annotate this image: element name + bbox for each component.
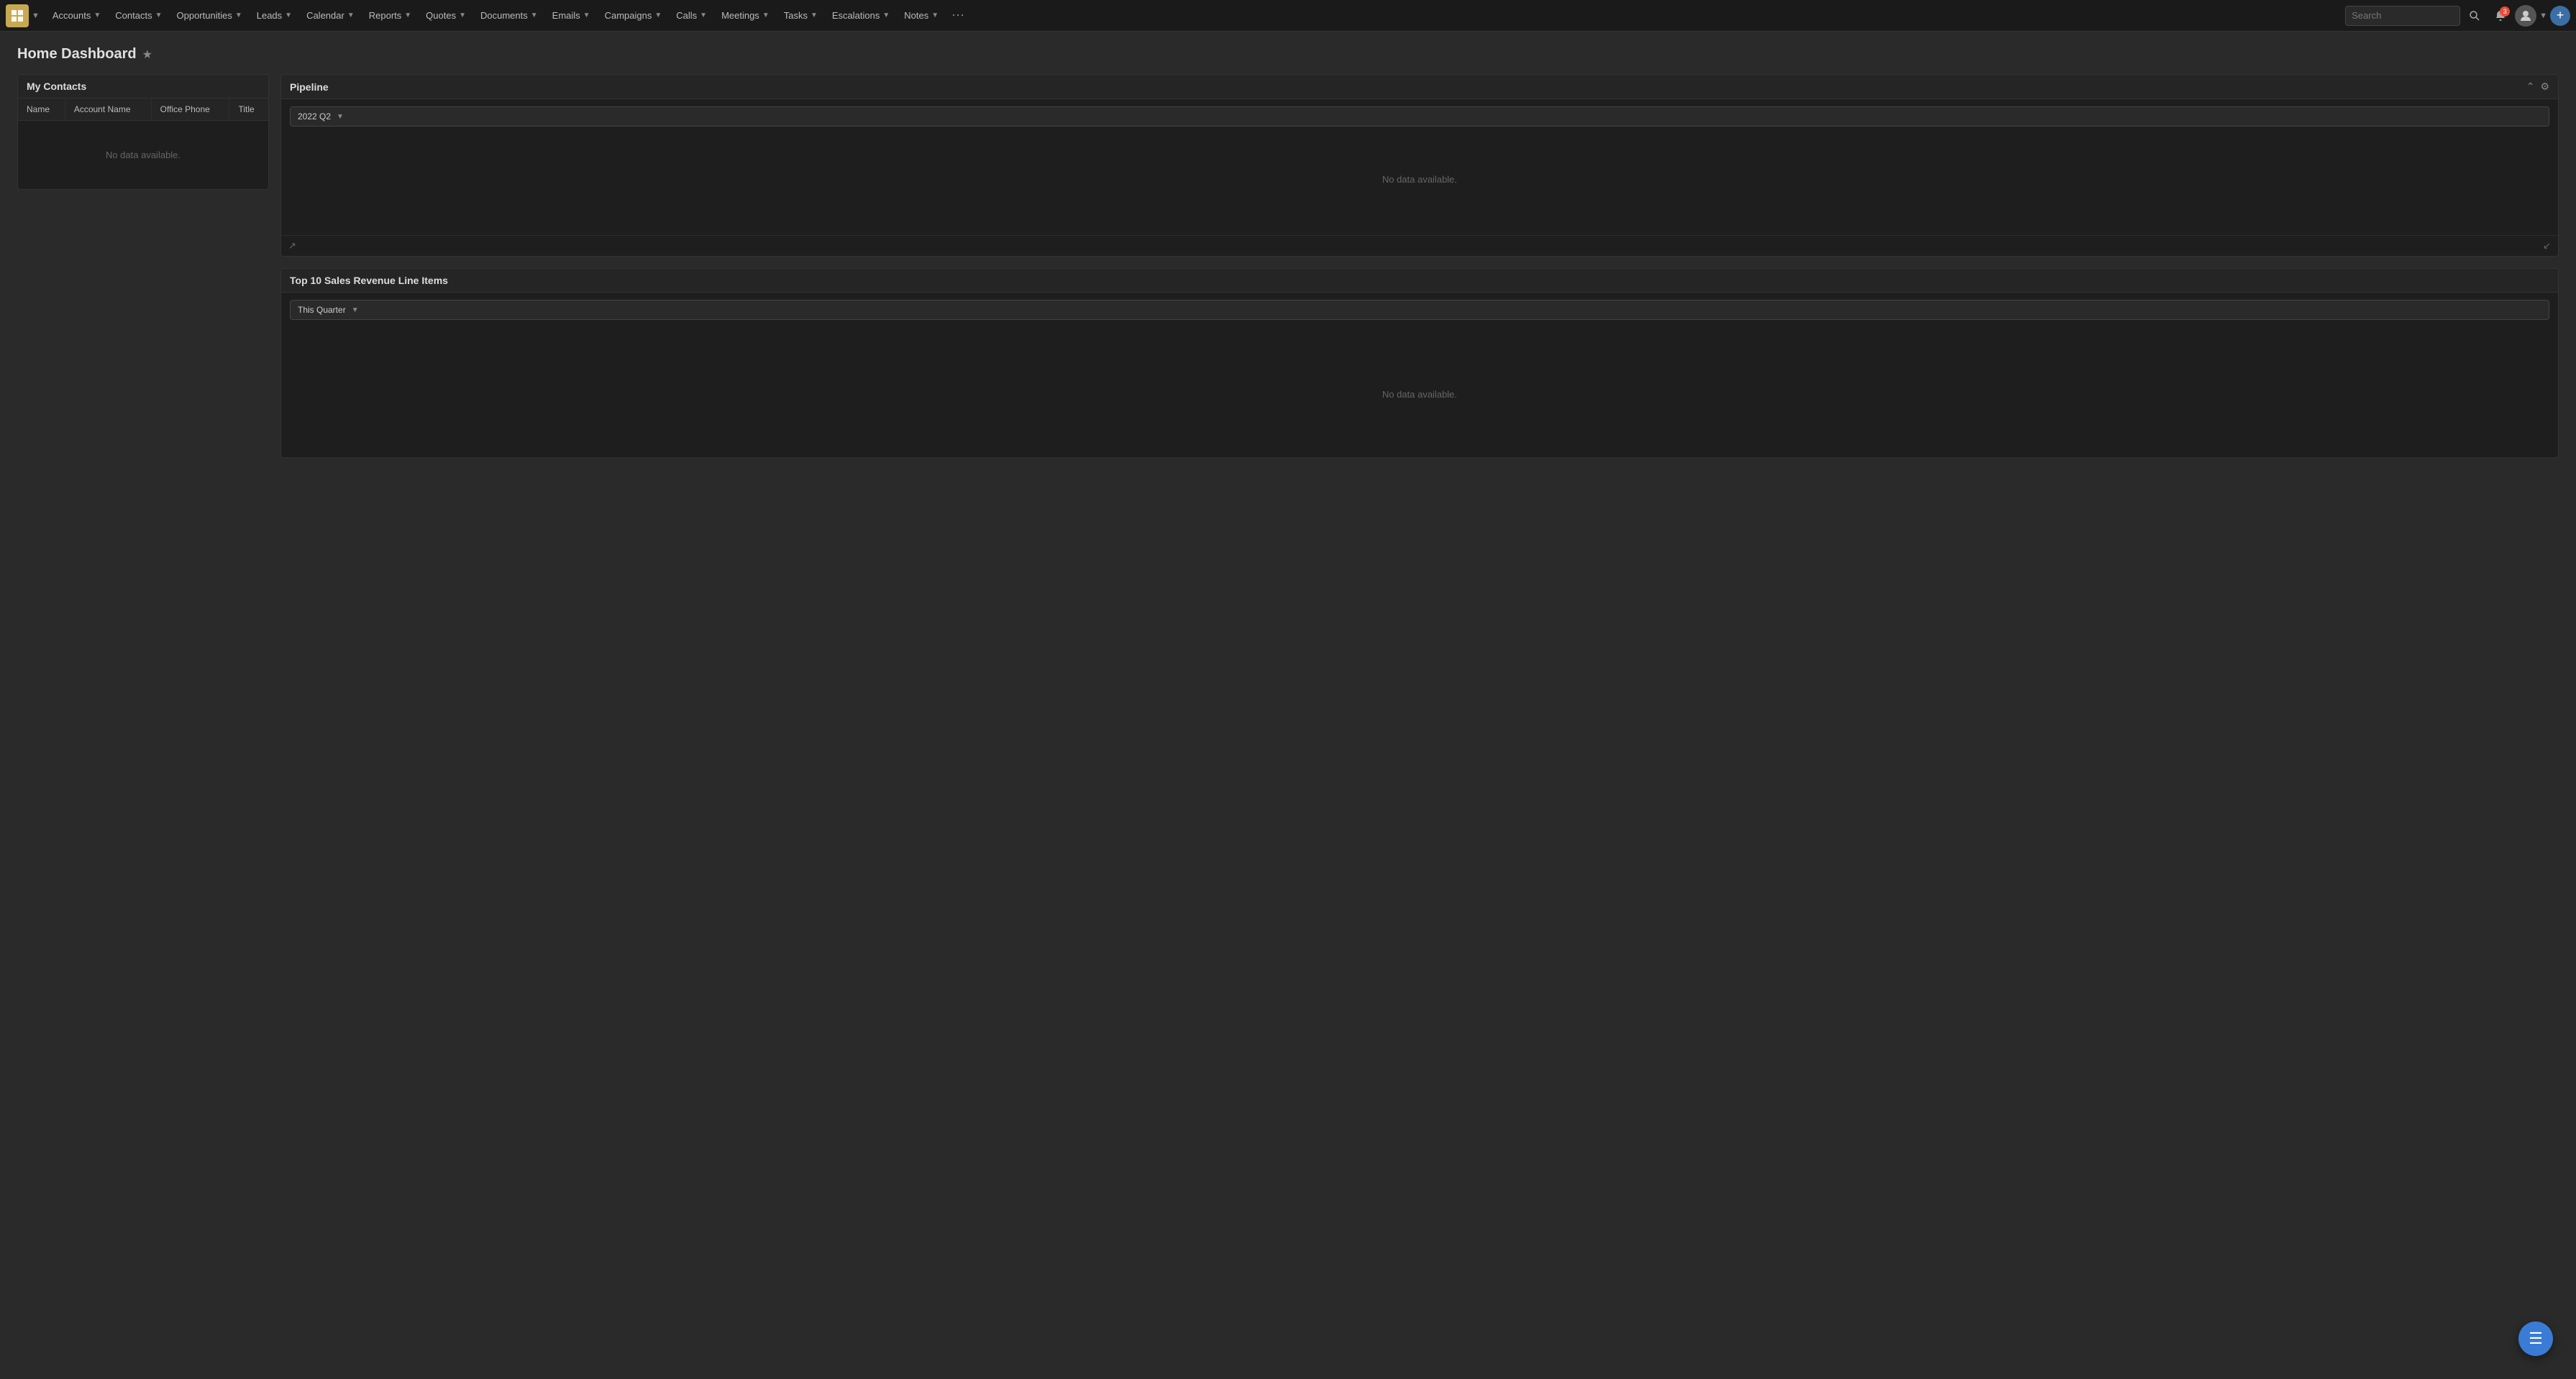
pipeline-header: Pipeline ⌃ ⚙ [281, 75, 2558, 99]
pipeline-panel-body: 2022 Q2 ▼ No data available. [281, 99, 2558, 235]
sidebar-item-notes[interactable]: Notes ▼ [897, 0, 946, 32]
col-account-name: Account Name [65, 98, 151, 121]
nav-items-list: Accounts ▼ Contacts ▼ Opportunities ▼ Le… [45, 0, 2345, 32]
page-title: Home Dashboard [17, 46, 137, 63]
notifications-button[interactable]: 3 [2489, 4, 2512, 27]
pipeline-no-data: No data available. [290, 131, 2549, 228]
pipeline-footer: ↗ ↙ [281, 235, 2558, 256]
meetings-label: Meetings [721, 10, 759, 21]
col-title: Title [229, 98, 268, 121]
emails-chevron: ▼ [583, 12, 590, 19]
app-logo[interactable] [6, 4, 29, 27]
campaigns-chevron: ▼ [654, 12, 662, 19]
leads-label: Leads [257, 10, 282, 21]
calendar-chevron: ▼ [347, 12, 355, 19]
sidebar-item-tasks[interactable]: Tasks ▼ [777, 0, 825, 32]
col-office-phone: Office Phone [151, 98, 229, 121]
contacts-label: Contacts [115, 10, 152, 21]
escalations-label: Escalations [832, 10, 880, 21]
sidebar-item-calendar[interactable]: Calendar ▼ [299, 0, 362, 32]
campaigns-label: Campaigns [605, 10, 652, 21]
quotes-label: Quotes [426, 10, 456, 21]
sidebar-item-reports[interactable]: Reports ▼ [362, 0, 419, 32]
sidebar-item-documents[interactable]: Documents ▼ [473, 0, 545, 32]
tasks-chevron: ▼ [810, 12, 818, 19]
calls-chevron: ▼ [700, 12, 707, 19]
escalations-chevron: ▼ [882, 12, 890, 19]
fab-icon: ☰ [2529, 1329, 2543, 1348]
sidebar-item-emails[interactable]: Emails ▼ [545, 0, 598, 32]
sidebar-item-quotes[interactable]: Quotes ▼ [419, 0, 473, 32]
contacts-table: Name Account Name Office Phone Title No … [18, 98, 268, 189]
notes-chevron: ▼ [931, 12, 938, 19]
reports-chevron: ▼ [404, 12, 411, 19]
opportunities-chevron: ▼ [235, 12, 242, 19]
col-name: Name [18, 98, 65, 121]
my-contacts-panel: My Contacts Name Account Name Office Pho… [17, 74, 269, 190]
avatar-chevron[interactable]: ▼ [2539, 12, 2547, 20]
nav-collapse-icon[interactable]: ▼ [32, 12, 40, 20]
documents-chevron: ▼ [531, 12, 538, 19]
add-button[interactable]: + [2550, 6, 2570, 26]
meetings-chevron: ▼ [762, 12, 769, 19]
pipeline-panel: Pipeline ⌃ ⚙ 2022 Q2 ▼ No data available… [280, 74, 2559, 257]
quotes-chevron: ▼ [459, 12, 466, 19]
nav-right-actions: 3 ▼ + [2345, 4, 2570, 27]
pipeline-dropdown-chevron: ▼ [337, 113, 344, 121]
top-navigation: ▼ Accounts ▼ Contacts ▼ Opportunities ▼ … [0, 0, 2576, 32]
pipeline-header-icons: ⌃ ⚙ [2526, 81, 2549, 93]
pipeline-expand-icon[interactable]: ↗ [288, 240, 296, 252]
calendar-label: Calendar [306, 10, 344, 21]
sidebar-item-campaigns[interactable]: Campaigns ▼ [598, 0, 670, 32]
my-contacts-header: My Contacts [18, 75, 268, 98]
pipeline-period-dropdown[interactable]: 2022 Q2 ▼ [290, 106, 2549, 127]
top-sales-title: Top 10 Sales Revenue Line Items [290, 275, 448, 286]
contacts-chevron: ▼ [155, 12, 163, 19]
top-sales-body: This Quarter ▼ No data available. [281, 293, 2558, 457]
favorite-icon[interactable]: ★ [142, 47, 152, 62]
pipeline-period-value: 2022 Q2 [298, 111, 331, 122]
fab-button[interactable]: ☰ [2518, 1321, 2553, 1356]
search-icon-button[interactable] [2463, 4, 2486, 27]
my-contacts-title: My Contacts [27, 81, 86, 92]
notes-label: Notes [904, 10, 928, 21]
sidebar-item-escalations[interactable]: Escalations ▼ [825, 0, 897, 32]
top-sales-header: Top 10 Sales Revenue Line Items [281, 269, 2558, 293]
pipeline-collapse-icon[interactable]: ⌃ [2526, 81, 2535, 93]
main-content: Home Dashboard ★ My Contacts Name Accoun… [0, 32, 2576, 472]
sales-period-dropdown[interactable]: This Quarter ▼ [290, 300, 2549, 320]
right-panels: Pipeline ⌃ ⚙ 2022 Q2 ▼ No data available… [280, 74, 2559, 458]
my-contacts-card: My Contacts Name Account Name Office Pho… [17, 74, 269, 190]
pipeline-settings-icon[interactable]: ⚙ [2540, 81, 2549, 93]
notification-badge: 3 [2500, 6, 2510, 17]
leads-chevron: ▼ [285, 12, 292, 19]
accounts-label: Accounts [52, 10, 91, 21]
search-input[interactable] [2352, 10, 2438, 21]
sidebar-item-opportunities[interactable]: Opportunities ▼ [170, 0, 250, 32]
nav-more-button[interactable]: ⋯ [946, 0, 972, 32]
emails-label: Emails [552, 10, 580, 21]
contacts-no-data: No data available. [18, 121, 268, 190]
accounts-chevron: ▼ [93, 12, 101, 19]
page-title-row: Home Dashboard ★ [17, 46, 2559, 63]
sales-dropdown-chevron: ▼ [352, 306, 359, 314]
opportunities-label: Opportunities [177, 10, 232, 21]
sidebar-item-calls[interactable]: Calls ▼ [669, 0, 714, 32]
reports-label: Reports [369, 10, 402, 21]
pipeline-title: Pipeline [290, 81, 329, 93]
user-avatar[interactable] [2515, 5, 2536, 27]
sidebar-item-contacts[interactable]: Contacts ▼ [108, 0, 169, 32]
tasks-label: Tasks [784, 10, 808, 21]
panels-row: My Contacts Name Account Name Office Pho… [17, 74, 2559, 458]
sales-period-value: This Quarter [298, 305, 346, 315]
pipeline-resize-icon[interactable]: ↙ [2543, 240, 2551, 252]
documents-label: Documents [480, 10, 528, 21]
top-sales-panel: Top 10 Sales Revenue Line Items This Qua… [280, 268, 2559, 458]
top-sales-no-data: No data available. [281, 331, 2558, 457]
sidebar-item-accounts[interactable]: Accounts ▼ [45, 0, 108, 32]
calls-label: Calls [676, 10, 697, 21]
sidebar-item-meetings[interactable]: Meetings ▼ [714, 0, 777, 32]
search-bar[interactable] [2345, 6, 2460, 26]
sidebar-item-leads[interactable]: Leads ▼ [250, 0, 299, 32]
